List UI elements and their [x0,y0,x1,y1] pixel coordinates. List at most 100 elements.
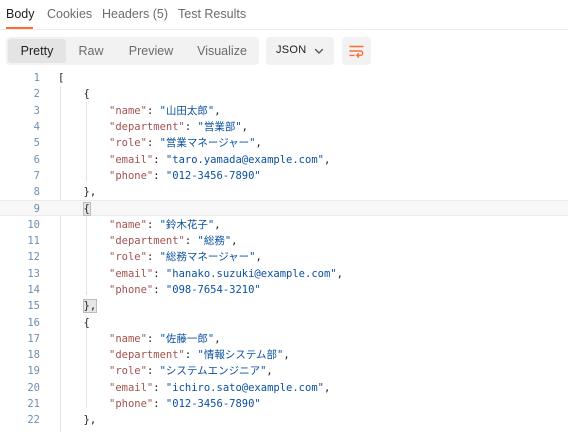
line-number: 1 [33,72,40,84]
line-number: 17 [27,332,40,345]
code-text: "phone": "012-3456-7890" [109,168,261,184]
line-number: 6 [33,153,40,166]
code-line: 9{ [0,200,568,217]
view-mode-visualize-button[interactable]: Visualize [190,39,254,63]
tab-body[interactable]: Body [6,7,35,21]
json-string-value: "営業部" [197,120,242,133]
code-line: 19 "role": "システムエンジニア", [0,363,568,379]
json-bracket: { [83,316,90,329]
code-text: "role": "システムエンジニア", [109,363,273,379]
view-mode-preview-button[interactable]: Preview [118,39,184,63]
code-line: 8}, [0,184,568,200]
code-line: 5 "role": "営業マネージャー", [0,135,568,151]
code-text: "phone": "098-7654-3210" [109,282,261,298]
format-select[interactable]: JSON [266,37,334,65]
code-text: { [84,429,90,432]
line-number: 9 [33,203,40,216]
line-number: 12 [27,251,40,264]
code-line: 14 "phone": "098-7654-3210" [0,282,568,298]
code-line: 1[ [0,70,568,86]
json-key: "email" [109,153,154,166]
tab-test-results[interactable]: Test Results [178,7,246,21]
view-mode-segmented-control: Pretty Raw Preview Visualize [6,37,259,65]
json-string-value: "総務マネージャー" [159,251,256,264]
json-string-value: "098-7654-3210" [165,283,261,296]
json-comma: , [255,137,262,150]
code-text: "department": "総務", [109,233,238,249]
code-text: "email": "taro.yamada@example.com", [109,152,330,168]
code-line: 20 "email": "ichiro.sato@example.com", [0,380,568,396]
json-string-value: "012-3456-7890" [165,398,261,410]
json-comma: , [323,381,331,394]
wrap-lines-icon [349,45,364,58]
json-comma: , [214,104,221,117]
code-line: 18 "department": "情報システム部", [0,347,568,363]
json-key: "name" [109,104,147,117]
json-comma: , [266,365,273,378]
code-line: 16 { [0,315,568,331]
code-line: 10 "name": "鈴木花子", [0,217,568,233]
line-number: 22 [27,414,40,427]
code-text: "role": "総務マネージャー", [109,249,262,265]
response-body-editor[interactable]: 1[2{3 "name": "山田太郎", 4 "department": "営業部"… [0,70,568,432]
code-line: 13 "email": "hanako.suzuki@example.com", [0,266,568,282]
json-key: "phone" [109,398,154,410]
tab-headers[interactable]: Headers (5) [102,7,168,21]
line-number: 5 [33,137,40,150]
json-colon: : [146,251,160,264]
view-mode-pretty-button[interactable]: Pretty [8,39,66,63]
json-string-value: "012-3456-7890" [165,169,261,182]
json-colon: : [146,137,160,150]
json-colon: : [153,153,166,166]
json-comma: , [214,218,221,231]
json-comma: , [336,267,343,280]
chevron-down-icon [314,48,324,54]
json-comma: , [323,153,331,166]
code-line: 6 "email": "taro.yamada@example.com", [0,152,568,168]
code-text: { [84,315,90,331]
json-key: "name" [109,332,147,345]
wrap-lines-button[interactable] [342,37,371,65]
tab-cookies[interactable]: Cookies [47,7,92,21]
code-text: "phone": "012-3456-7890" [109,396,261,412]
code-text: { [84,86,90,102]
json-key: "name" [109,218,147,231]
json-bracket: [ [58,72,65,84]
body-toolbar: Pretty Raw Preview Visualize JSON [0,30,568,72]
line-number: 21 [27,398,40,410]
line-number: 23 [0,429,40,432]
view-mode-raw-button[interactable]: Raw [68,39,114,63]
json-colon: : [184,349,198,362]
json-comma: , [283,349,290,362]
json-colon: : [153,381,166,394]
code-line: 15}, [0,298,568,314]
json-string-value: "鈴木花子" [159,218,215,231]
code-text: }, [84,412,97,428]
line-number: 11 [27,235,40,247]
json-colon: : [153,283,166,296]
json-bracket: { [82,202,91,217]
json-bracket: }, [83,414,97,427]
code-line: 3 "name": "山田太郎", [0,103,568,119]
response-tabs: Body Cookies Headers (5) Test Results [0,0,568,30]
json-colon: : [146,365,160,378]
json-key: "role" [109,251,147,264]
json-comma: , [231,235,238,247]
code-line: 4 "department": "営業部", [0,119,568,135]
json-key: "email" [109,267,154,280]
code-line: 22}, [0,412,568,428]
json-comma: , [255,251,262,264]
line-number: 4 [33,120,40,133]
json-key: "department" [109,120,185,133]
code-text: "name": "鈴木花子", [109,217,221,233]
json-key: "role" [109,365,147,378]
json-colon: : [146,104,160,117]
json-string-value: "taro.yamada@example.com" [165,153,324,166]
json-key: "department" [109,349,185,362]
json-string-value: "佐藤一郎" [159,332,215,345]
line-number: 18 [27,349,40,362]
json-string-value: "システムエンジニア" [159,365,267,378]
format-select-value: JSON [276,44,307,56]
json-key: "phone" [109,169,154,182]
json-bracket: }, [82,299,98,314]
